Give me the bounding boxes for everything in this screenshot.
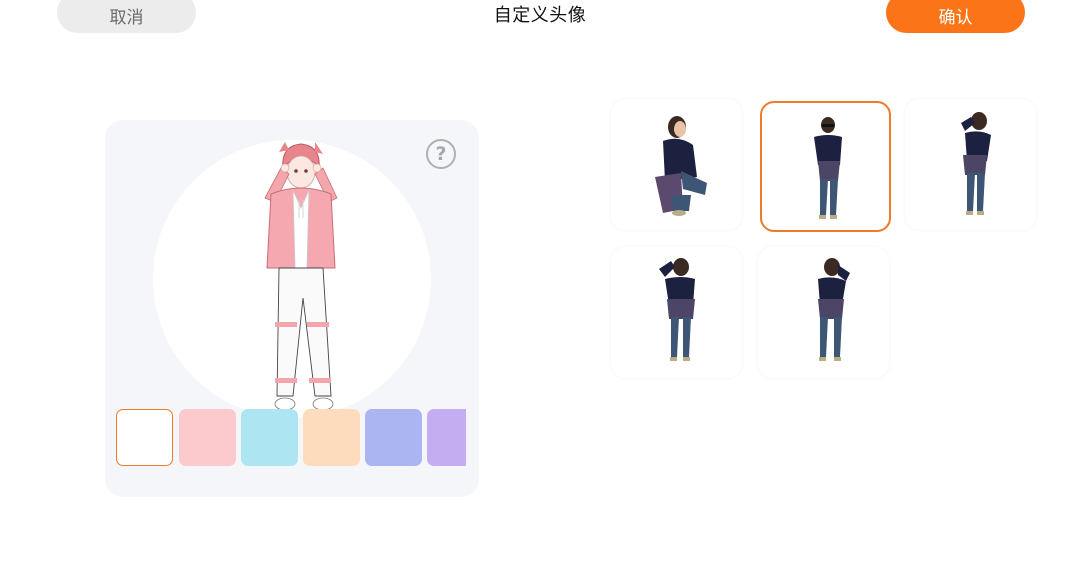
pose-option-salute-front[interactable] <box>611 247 742 378</box>
color-swatch-lavender[interactable] <box>427 409 466 466</box>
avatar-preview-panel: ? <box>105 120 479 497</box>
confirm-button[interactable]: 确认 <box>886 0 1025 33</box>
background-color-swatches <box>116 409 466 469</box>
color-swatch-pink[interactable] <box>179 409 236 466</box>
help-icon[interactable]: ? <box>426 139 456 169</box>
custom-avatar-screen: 取消 自定义头像 确认 ? <box>0 0 1080 577</box>
pose-option-hand-on-head[interactable] <box>758 247 889 378</box>
pose-option-salute[interactable] <box>905 99 1036 230</box>
color-swatch-blue[interactable] <box>241 409 298 466</box>
pose-option-glasses[interactable] <box>760 101 891 232</box>
pose-figure <box>814 117 842 219</box>
color-swatch-peach[interactable] <box>303 409 360 466</box>
pose-figure <box>961 112 991 215</box>
pose-option-crouch[interactable] <box>611 99 742 230</box>
avatar-preview-figure <box>264 142 338 411</box>
color-swatch-periwinkle[interactable] <box>365 409 422 466</box>
pose-figure <box>818 258 850 361</box>
pose-figure <box>659 258 695 361</box>
pose-figure <box>655 116 707 216</box>
color-swatch-white[interactable] <box>116 409 173 466</box>
